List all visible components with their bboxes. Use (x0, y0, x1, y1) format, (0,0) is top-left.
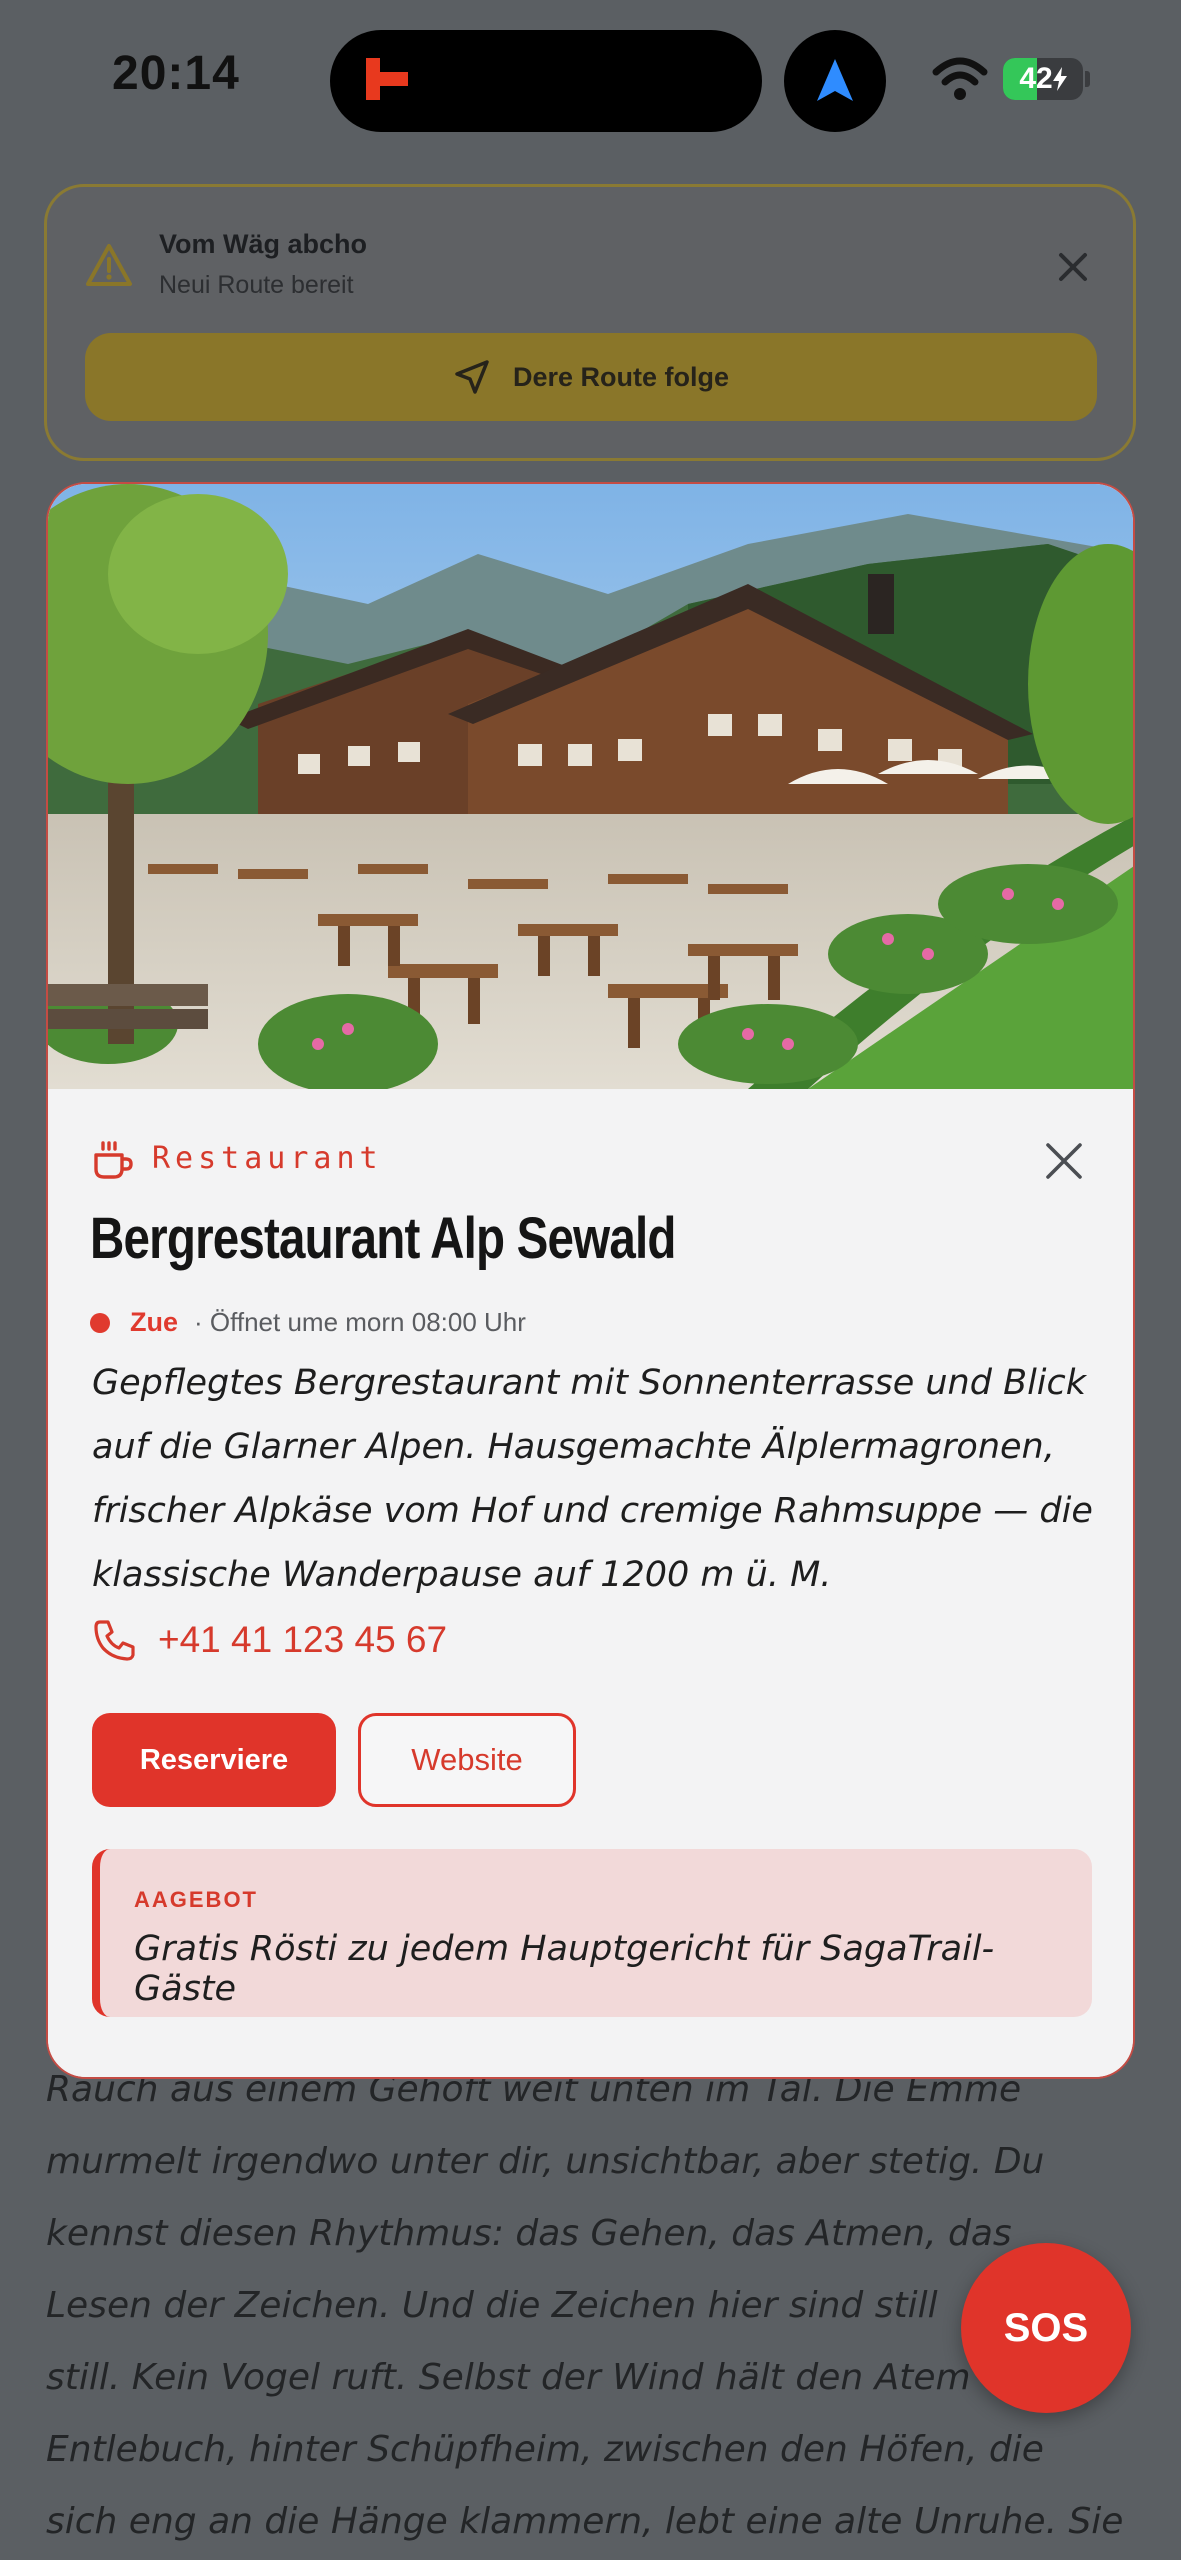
follow-route-button[interactable]: Dere Route folge (85, 333, 1097, 421)
warning-icon (86, 244, 132, 286)
close-icon[interactable] (1053, 247, 1093, 287)
battery-indicator: 42 (1003, 58, 1083, 100)
battery-percent: 42 (1019, 62, 1053, 95)
follow-route-label: Dere Route folge (512, 361, 730, 392)
poi-card: Restaurant Bergrestaurant Alp Sewald Zue… (46, 482, 1135, 2079)
website-button[interactable]: Website (358, 1713, 576, 1807)
poi-title: Bergrestaurant Alp Sewald (90, 1206, 676, 1271)
battery-nub (1085, 71, 1090, 87)
phone-icon (94, 1620, 135, 1661)
status-time: 20:14 (112, 47, 240, 100)
story-line: kennst diesen Rhythmus: das Gehen, das A… (46, 2213, 1012, 2254)
reroute-subtitle: Neui Route bereit (159, 271, 354, 299)
opening-status: Zue · Öffnet ume morn 08:00 Uhr (90, 1307, 526, 1338)
offer-box: AAGEBOT Gratis Rösti zu jedem Hauptgeric… (92, 1849, 1092, 2017)
sos-button[interactable]: SOS (961, 2243, 1131, 2413)
offer-label: AAGEBOT (134, 1887, 258, 1912)
poi-card-body: Restaurant Bergrestaurant Alp Sewald Zue… (48, 1089, 1133, 2077)
story-line: murmelt irgendwo unter dir, unsichtbar, … (46, 2141, 1045, 2182)
offer-text: Gratis Rösti zu jedem Hauptgericht für S… (134, 1929, 995, 2009)
story-line: Entlebuch, hinter Schüpfheim, zwischen d… (46, 2429, 1044, 2470)
wifi-icon (932, 57, 988, 100)
battery-charging-icon (1052, 67, 1067, 91)
restaurant-photo (48, 484, 1133, 1089)
status-dot (90, 1312, 110, 1333)
status-bar: 20:14 42 (0, 0, 1181, 160)
phone-link[interactable]: +41 41 123 45 67 (92, 1617, 447, 1663)
close-icon[interactable] (1042, 1139, 1086, 1183)
phone-number: +41 41 123 45 67 (158, 1619, 448, 1660)
app-logo-icon (366, 58, 408, 100)
reroute-title: Vom Wäg abcho (159, 229, 368, 259)
navigation-icon (455, 360, 489, 394)
reroute-banner: Vom Wäg abcho Neui Route bereit Dere Rou… (44, 184, 1136, 461)
poi-category: Restaurant (152, 1141, 383, 1176)
story-line: sich eng an die Hänge klammern, lebt ein… (46, 2501, 1124, 2542)
coffee-cup-icon (94, 1141, 133, 1179)
dynamic-island[interactable] (330, 30, 762, 132)
poi-description: Gepflegtes Bergrestaurant mit Sonnenterr… (92, 1363, 1093, 1595)
opening-hours: · Öffnet ume morn 08:00 Uhr (194, 1307, 526, 1337)
status-badge: Zue (130, 1307, 179, 1337)
navigation-bubble[interactable] (784, 30, 886, 132)
reserve-button[interactable]: Reserviere (92, 1713, 336, 1807)
navigation-arrow-icon (817, 59, 853, 101)
